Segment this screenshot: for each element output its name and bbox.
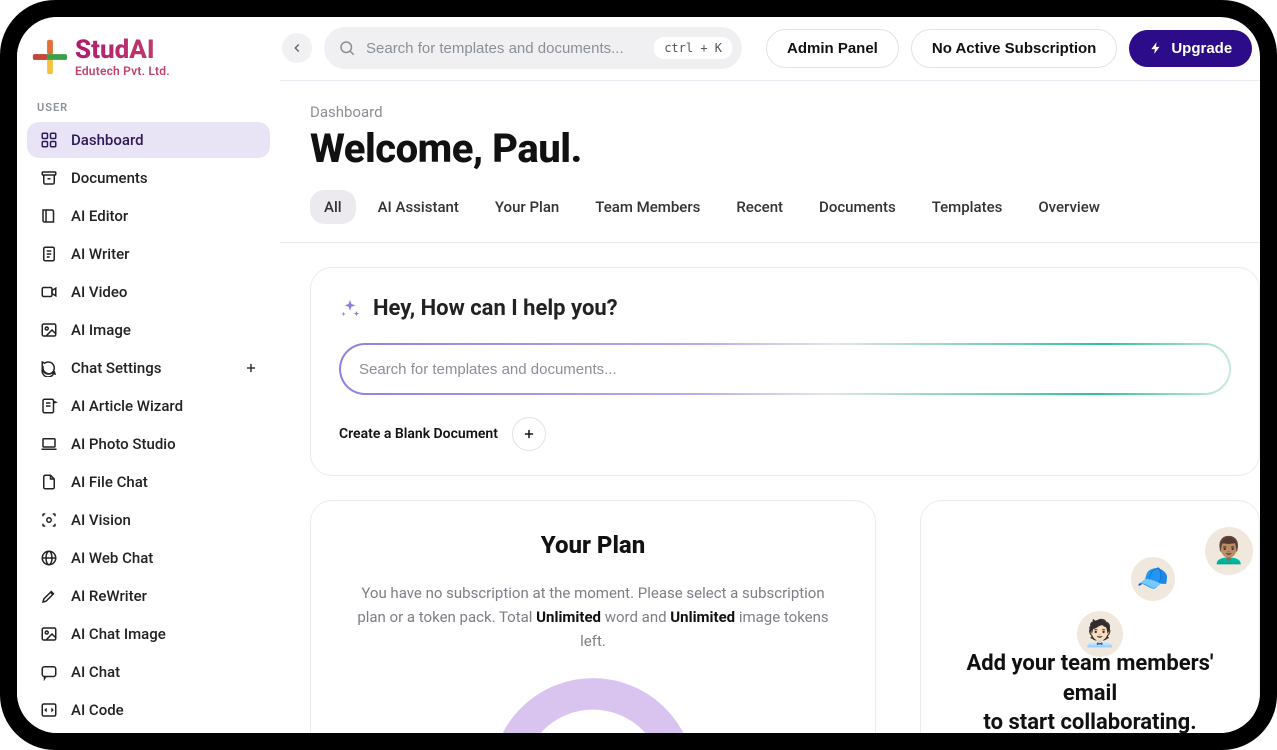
assistant-search-input[interactable] xyxy=(359,361,1211,378)
sidebar-item-label: AI File Chat xyxy=(71,473,148,491)
sidebar-item-label: AI Video xyxy=(71,283,127,301)
assistant-search[interactable] xyxy=(341,345,1229,393)
bolt-icon xyxy=(1149,41,1163,55)
sidebar-item-label: Dashboard xyxy=(71,131,144,149)
sidebar-item-label: AI Code xyxy=(71,701,124,719)
sidebar-item-label: AI Writer xyxy=(71,245,129,263)
team-invite-text: Add your team members' emailto start col… xyxy=(945,649,1235,733)
team-card: 🧑🏻‍💼 🧢 👨🏽‍🦱 🟣 Add your team members' ema… xyxy=(920,500,1260,733)
sidebar-item-label: AI Chat xyxy=(71,663,120,681)
globe-icon xyxy=(39,548,59,568)
sidebar-item-ai-youtube[interactable]: AI YouTube xyxy=(27,730,270,733)
sidebar-item-ai-writer[interactable]: AI Writer xyxy=(27,236,270,272)
tab-ai-assistant[interactable]: AI Assistant xyxy=(364,190,473,224)
logo-title: StudAI xyxy=(75,37,170,63)
tab-documents[interactable]: Documents xyxy=(805,190,910,224)
sidebar-item-ai-file-chat[interactable]: AI File Chat xyxy=(27,464,270,500)
tab-all[interactable]: All xyxy=(310,190,356,224)
upgrade-button-label: Upgrade xyxy=(1171,40,1232,57)
sidebar-item-ai-chat[interactable]: AI Chat xyxy=(27,654,270,690)
sidebar-item-chat-settings[interactable]: Chat Settings xyxy=(27,350,270,386)
article-icon xyxy=(39,396,59,416)
sidebar-item-ai-article-wizard[interactable]: AI Article Wizard xyxy=(27,388,270,424)
plus-icon xyxy=(522,427,536,441)
book-icon xyxy=(39,206,59,226)
sidebar-item-label: AI Vision xyxy=(71,511,131,529)
plan-title: Your Plan xyxy=(335,531,851,559)
plan-card: Your Plan You have no subscription at th… xyxy=(310,500,876,733)
logo-subtitle: Edutech Pvt. Ltd. xyxy=(75,65,170,77)
create-blank-label: Create a Blank Document xyxy=(339,426,498,442)
global-search-input[interactable] xyxy=(366,40,644,57)
sidebar: StudAI Edutech Pvt. Ltd. USER Dashboard … xyxy=(17,17,280,733)
help-title: Hey, How can I help you? xyxy=(373,296,618,321)
scan-icon xyxy=(39,510,59,530)
sidebar-item-ai-image[interactable]: AI Image xyxy=(27,312,270,348)
message-icon xyxy=(39,662,59,682)
avatar: 👨🏽‍🦱 xyxy=(1205,527,1253,575)
tab-recent[interactable]: Recent xyxy=(722,190,797,224)
sidebar-section-header: USER xyxy=(27,91,270,122)
sidebar-item-label: AI Photo Studio xyxy=(71,435,176,453)
sidebar-item-ai-chat-image[interactable]: AI Chat Image xyxy=(27,616,270,652)
image-icon xyxy=(39,624,59,644)
sidebar-item-label: AI Editor xyxy=(71,207,128,225)
sidebar-item-label: AI Web Chat xyxy=(71,549,153,567)
image-icon xyxy=(39,320,59,340)
sidebar-item-ai-video[interactable]: AI Video xyxy=(27,274,270,310)
search-shortcut: ctrl + K xyxy=(654,37,732,59)
sidebar-item-label: AI ReWriter xyxy=(71,587,147,605)
grid-icon xyxy=(39,130,59,150)
chevron-left-icon xyxy=(290,41,304,55)
app-logo[interactable]: StudAI Edutech Pvt. Ltd. xyxy=(27,29,270,91)
code-icon xyxy=(39,700,59,720)
search-icon xyxy=(338,39,356,57)
sidebar-item-ai-vision[interactable]: AI Vision xyxy=(27,502,270,538)
sidebar-item-label: AI Chat Image xyxy=(71,625,166,643)
tab-team-members[interactable]: Team Members xyxy=(581,190,714,224)
avatar: 🧑🏻‍💼 xyxy=(1077,611,1123,657)
sidebar-item-documents[interactable]: Documents xyxy=(27,160,270,196)
sidebar-item-ai-rewriter[interactable]: AI ReWriter xyxy=(27,578,270,614)
tab-your-plan[interactable]: Your Plan xyxy=(481,190,573,224)
page-title: Welcome, Paul. xyxy=(310,125,1260,172)
tab-templates[interactable]: Templates xyxy=(918,190,1017,224)
video-icon xyxy=(39,282,59,302)
help-panel: Hey, How can I help you? Create a Blank … xyxy=(310,267,1260,476)
sidebar-collapse-button[interactable] xyxy=(282,33,312,63)
global-search[interactable]: ctrl + K xyxy=(324,27,742,69)
sidebar-item-ai-editor[interactable]: AI Editor xyxy=(27,198,270,234)
dashboard-tabs: All AI Assistant Your Plan Team Members … xyxy=(280,184,1260,243)
avatar: 🧢 xyxy=(1131,557,1175,601)
create-blank-button[interactable] xyxy=(512,417,546,451)
page-icon xyxy=(39,244,59,264)
sparkle-icon xyxy=(339,298,361,320)
sidebar-item-ai-code[interactable]: AI Code xyxy=(27,692,270,728)
archive-icon xyxy=(39,168,59,188)
plan-description: You have no subscription at the moment. … xyxy=(353,581,833,653)
sidebar-item-label: AI Article Wizard xyxy=(71,397,183,415)
pen-icon xyxy=(39,586,59,606)
sidebar-item-label: Chat Settings xyxy=(71,359,161,377)
topbar: ctrl + K Admin Panel No Active Subscript… xyxy=(280,17,1260,80)
sidebar-item-label: Documents xyxy=(71,169,148,187)
breadcrumb: Dashboard xyxy=(310,103,1260,121)
usage-gauge: Unlimited xyxy=(488,675,698,733)
sidebar-item-label: AI Image xyxy=(71,321,131,339)
sidebar-item-ai-web-chat[interactable]: AI Web Chat xyxy=(27,540,270,576)
sidebar-item-dashboard[interactable]: Dashboard xyxy=(27,122,270,158)
team-avatars: 🧑🏻‍💼 🧢 👨🏽‍🦱 🟣 xyxy=(945,521,1235,641)
file-icon xyxy=(39,472,59,492)
admin-panel-button[interactable]: Admin Panel xyxy=(766,29,899,68)
laptop-icon xyxy=(39,434,59,454)
subscription-status-button[interactable]: No Active Subscription xyxy=(911,29,1117,68)
tab-overview[interactable]: Overview xyxy=(1024,190,1114,224)
upgrade-button[interactable]: Upgrade xyxy=(1129,30,1252,67)
plus-icon[interactable] xyxy=(244,361,258,375)
chat-bubble-icon xyxy=(39,358,59,378)
sidebar-item-ai-photo-studio[interactable]: AI Photo Studio xyxy=(27,426,270,462)
logo-mark-icon xyxy=(31,38,69,76)
